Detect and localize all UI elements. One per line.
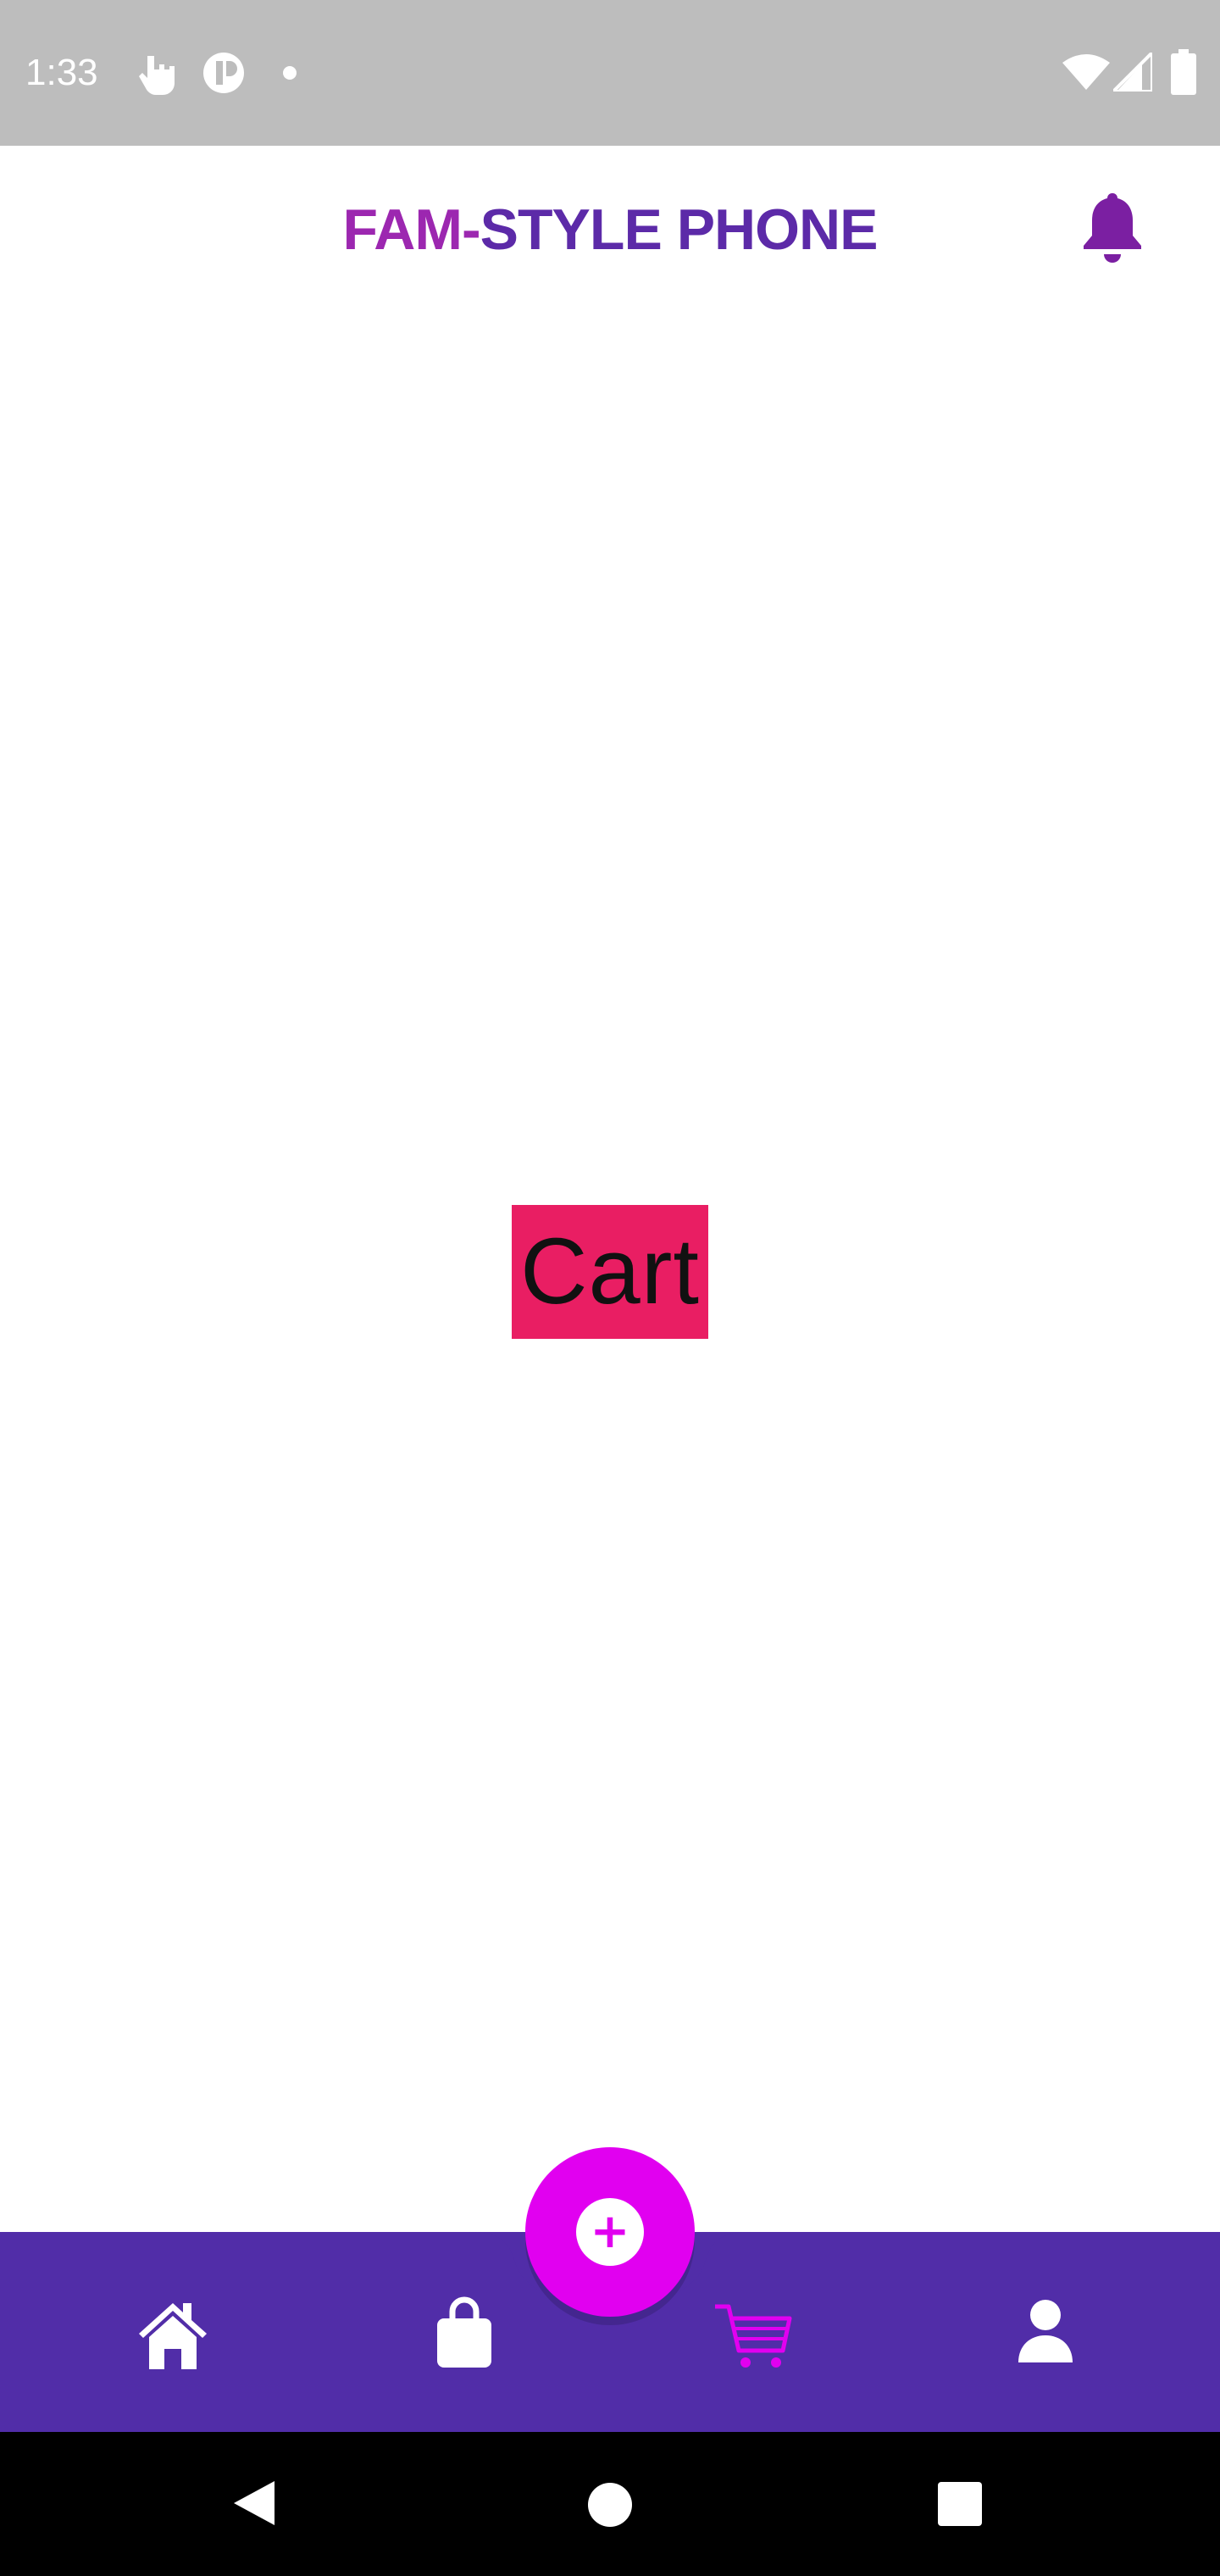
home-circle-icon[interactable]: [586, 2481, 634, 2529]
plus-icon: +: [576, 2198, 644, 2266]
status-time: 1:33: [25, 52, 98, 93]
plus-symbol: +: [590, 2204, 630, 2259]
system-nav-bar: [0, 2432, 1220, 2576]
recents-icon[interactable]: [937, 2481, 983, 2527]
app-title: FAM-STYLE PHONE: [0, 197, 1220, 263]
add-fab-button[interactable]: +: [525, 2147, 695, 2317]
dot-icon: [283, 66, 297, 80]
signal-icon: [1113, 53, 1152, 92]
touch-icon: [139, 56, 175, 95]
cart-icon[interactable]: [712, 2290, 796, 2374]
page-label: Cart: [512, 1205, 708, 1339]
app-title-accent: FAM-: [342, 197, 480, 262]
home-icon[interactable]: [130, 2290, 215, 2374]
app-icon: [203, 53, 244, 93]
battery-icon: [1171, 49, 1196, 95]
profile-icon[interactable]: [1003, 2290, 1088, 2374]
back-icon[interactable]: [230, 2478, 278, 2529]
app-title-main: STYLE PHONE: [480, 197, 879, 262]
wifi-icon: [1062, 54, 1110, 90]
shopping-bag-icon[interactable]: [422, 2290, 507, 2374]
status-bar: 1:33: [0, 0, 1220, 146]
bell-icon[interactable]: [1081, 192, 1144, 264]
app-bar: FAM-STYLE PHONE: [0, 146, 1220, 307]
